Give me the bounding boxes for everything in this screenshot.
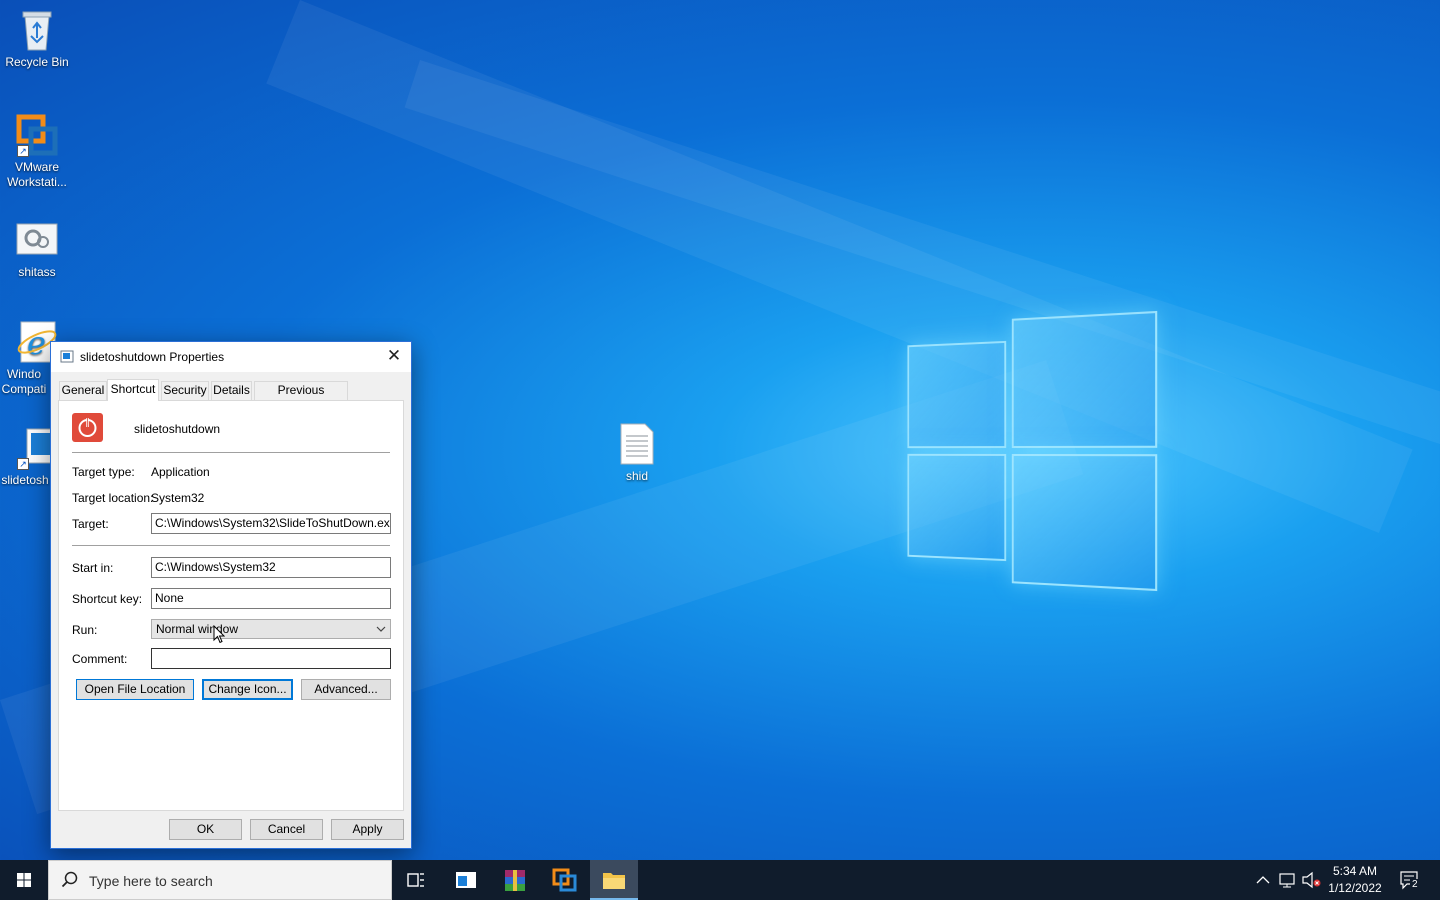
winrar-icon	[505, 870, 525, 891]
gear-settings-icon	[15, 218, 59, 262]
search-placeholder: Type here to search	[89, 873, 213, 889]
notification-center-icon[interactable]: 2	[1396, 860, 1426, 900]
notification-count-badge: 2	[1410, 879, 1420, 890]
vmware-icon: ↗	[15, 113, 59, 157]
tab-previous-versions[interactable]: Previous Versions	[254, 381, 348, 414]
desktop-icon-shitass[interactable]: shitass	[0, 218, 74, 280]
change-icon-button[interactable]: Change Icon...	[202, 679, 293, 700]
start-in-field[interactable]: C:\Windows\System32	[151, 557, 391, 578]
run-dropdown-value: Normal window	[156, 622, 239, 636]
dialog-title: slidetoshutdown Properties	[80, 350, 225, 364]
desktop-icon-label: Windo Compati	[1, 367, 47, 396]
shortcut-window-icon	[60, 350, 74, 363]
search-box[interactable]: Type here to search	[48, 860, 392, 900]
comment-label: Comment:	[72, 652, 128, 666]
tab-security[interactable]: Security	[161, 381, 209, 400]
divider	[72, 545, 390, 546]
text-file-icon	[615, 422, 659, 466]
desktop-icon-label: shitass	[18, 265, 56, 279]
desktop-icon-vmware[interactable]: ↗ VMware Workstati...	[0, 113, 74, 190]
desktop-icon-label: VMware Workstati...	[7, 160, 67, 189]
target-label: Target:	[72, 517, 109, 531]
start-in-label: Start in:	[72, 561, 114, 575]
shortcut-key-field[interactable]: None	[151, 588, 391, 609]
desktop-icon-shid[interactable]: shid	[600, 422, 674, 484]
taskbar-winrar[interactable]	[491, 860, 539, 900]
windows-start-icon	[17, 873, 31, 887]
open-file-location-button[interactable]: Open File Location	[76, 679, 194, 700]
svg-text:e: e	[27, 324, 46, 362]
taskbar-file-explorer[interactable]	[590, 860, 638, 900]
comment-field[interactable]	[151, 648, 391, 669]
task-view-button[interactable]	[392, 860, 440, 900]
start-button[interactable]	[0, 860, 48, 900]
network-icon[interactable]	[1276, 860, 1300, 900]
shortcut-arrow-icon: ↗	[17, 145, 29, 157]
shortcut-key-label: Shortcut key:	[72, 592, 143, 606]
taskbar-vmware[interactable]	[541, 860, 589, 900]
windows-logo-wallpaper	[907, 310, 1158, 592]
taskbar-app-window[interactable]	[442, 860, 490, 900]
desktop-icon-recycle-bin[interactable]: Recycle Bin	[0, 8, 74, 70]
app-name: slidetoshutdown	[134, 422, 221, 436]
shortcut-arrow-icon: ↗	[17, 458, 29, 470]
taskbar: Type here to search 5:34 AM 1/12/2022 2	[0, 860, 1440, 900]
taskbar-clock[interactable]: 5:34 AM 1/12/2022	[1322, 863, 1388, 897]
desktop-icon-label: Recycle Bin	[5, 55, 69, 69]
volume-muted-icon[interactable]	[1300, 860, 1324, 900]
shortcut-panel: slidetoshutdown Target type: Application…	[58, 400, 404, 811]
run-dropdown[interactable]: Normal window	[151, 619, 391, 639]
target-field[interactable]: C:\Windows\System32\SlideToShutDown.exe	[151, 513, 391, 534]
properties-dialog: slidetoshutdown Properties ✕ General Sho…	[50, 341, 412, 849]
clock-time: 5:34 AM	[1332, 864, 1378, 878]
mouse-cursor-icon	[213, 624, 226, 644]
apply-button[interactable]: Apply	[331, 819, 404, 840]
app-window-icon	[456, 872, 476, 888]
shutdown-app-icon	[72, 413, 103, 442]
run-label: Run:	[72, 623, 98, 637]
dialog-titlebar[interactable]: slidetoshutdown Properties ✕	[51, 342, 411, 372]
target-location-value: System32	[151, 491, 205, 505]
search-icon	[61, 871, 79, 889]
tab-shortcut[interactable]: Shortcut	[107, 379, 159, 401]
task-view-icon	[407, 873, 424, 887]
tray-chevron-up-icon[interactable]	[1252, 860, 1274, 900]
chevron-down-icon	[376, 620, 386, 645]
divider	[72, 452, 390, 453]
vmware-icon	[552, 868, 577, 892]
ok-button[interactable]: OK	[169, 819, 242, 840]
advanced-button[interactable]: Advanced...	[301, 679, 391, 700]
folder-icon	[603, 873, 625, 889]
target-type-value: Application	[151, 465, 210, 479]
desktop-icon-label: slidetosh	[1, 473, 49, 487]
tab-general[interactable]: General	[59, 381, 107, 400]
close-icon[interactable]: ✕	[377, 342, 411, 372]
target-location-label: Target location:	[72, 491, 154, 505]
tab-details[interactable]: Details	[211, 381, 252, 400]
cancel-button[interactable]: Cancel	[250, 819, 323, 840]
desktop-icon-label: shid	[625, 469, 648, 483]
recycle-bin-icon	[15, 8, 59, 52]
clock-date: 1/12/2022	[1328, 881, 1382, 895]
target-type-label: Target type:	[72, 465, 135, 479]
